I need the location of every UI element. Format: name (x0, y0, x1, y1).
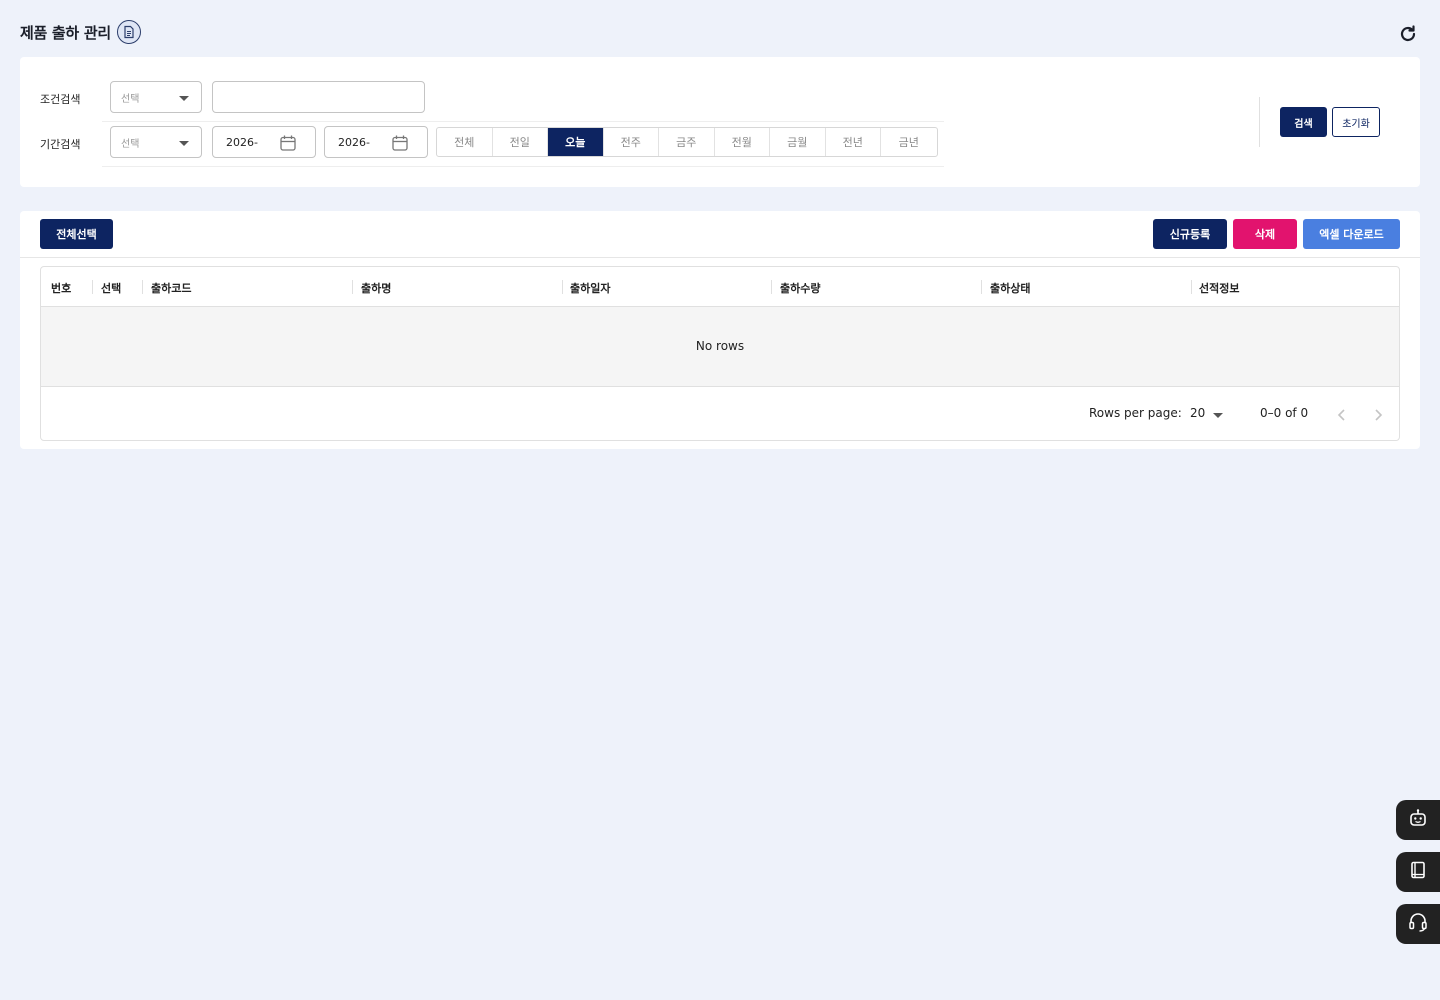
chevron-down-icon (179, 96, 189, 101)
column-separator[interactable] (1191, 280, 1192, 294)
column-header-select[interactable]: 선택 (101, 280, 121, 296)
column-header-shipment-code[interactable]: 출하코드 (151, 280, 191, 296)
column-separator[interactable] (981, 280, 982, 294)
data-grid: 번호 선택 출하코드 출하명 출하일자 출하수량 출하상태 선적정보 No ro… (40, 266, 1400, 441)
new-register-button[interactable]: 신규등록 (1153, 219, 1227, 249)
grid-body: No rows (41, 307, 1399, 387)
rows-per-page-label: Rows per page: (1089, 406, 1182, 420)
period-btn-this-week[interactable]: 금주 (659, 128, 715, 156)
period-search-label: 기간검색 (40, 138, 81, 151)
condition-select[interactable]: 선택 (110, 81, 202, 113)
condition-search-input[interactable] (212, 81, 425, 113)
column-separator[interactable] (142, 280, 143, 294)
period-btn-today[interactable]: 오늘 (548, 128, 604, 156)
column-header-shipment-name[interactable]: 출하명 (361, 280, 391, 296)
calendar-icon[interactable] (279, 134, 297, 152)
period-button-group: 전체 전일 오늘 전주 금주 전월 금월 전년 금년 (436, 127, 938, 157)
select-all-button[interactable]: 전체선택 (40, 219, 113, 249)
divider (1259, 97, 1260, 147)
manual-button[interactable] (1396, 852, 1440, 892)
column-header-shipment-status[interactable]: 출하상태 (990, 280, 1030, 296)
pagination-range: 0–0 of 0 (1260, 406, 1309, 420)
no-rows-message: No rows (695, 339, 745, 353)
previous-page-button[interactable] (1331, 404, 1353, 426)
grid-footer: Rows per page: 20 0–0 of 0 (41, 388, 1399, 440)
headset-icon (1407, 911, 1429, 937)
period-btn-yesterday[interactable]: 전일 (493, 128, 548, 156)
date-from-field[interactable]: 2026- (212, 126, 316, 158)
excel-download-button[interactable]: 엑셀 다운로드 (1303, 219, 1400, 249)
chatbot-button[interactable] (1396, 800, 1440, 840)
period-btn-this-year[interactable]: 금년 (881, 128, 937, 156)
page-header: 제품 출하 관리 (20, 18, 1420, 48)
column-header-number[interactable]: 번호 (51, 280, 71, 296)
date-from-value: 2026- (226, 136, 258, 149)
chevron-down-icon (1213, 413, 1223, 418)
period-btn-last-month[interactable]: 전월 (715, 128, 770, 156)
column-header-shipment-qty[interactable]: 출하수량 (780, 280, 820, 296)
reset-button[interactable]: 초기화 (1332, 107, 1380, 137)
calendar-icon[interactable] (391, 134, 409, 152)
column-separator[interactable] (771, 280, 772, 294)
toolbar-divider (20, 257, 1420, 258)
period-btn-last-week[interactable]: 전주 (604, 128, 659, 156)
date-to-field[interactable]: 2026- (324, 126, 428, 158)
grid-header: 번호 선택 출하코드 출하명 출하일자 출하수량 출하상태 선적정보 (41, 267, 1399, 307)
robot-icon (1408, 808, 1428, 832)
book-icon (1408, 860, 1428, 884)
document-icon[interactable] (117, 20, 141, 44)
page-title: 제품 출하 관리 (20, 24, 111, 42)
period-btn-this-month[interactable]: 금월 (770, 128, 826, 156)
period-btn-last-year[interactable]: 전년 (826, 128, 881, 156)
search-panel: 조건검색 선택 기간검색 선택 2026- 2026- 전체 전일 오늘 전주 … (20, 57, 1420, 187)
rows-per-page-value: 20 (1190, 406, 1206, 420)
column-separator[interactable] (92, 280, 93, 294)
column-header-shipping-info[interactable]: 선적정보 (1199, 280, 1239, 296)
period-select[interactable]: 선택 (110, 126, 202, 158)
refresh-icon[interactable] (1398, 24, 1418, 44)
condition-select-placeholder: 선택 (121, 94, 140, 105)
chevron-down-icon (179, 141, 189, 146)
next-page-button[interactable] (1367, 404, 1389, 426)
period-select-placeholder: 선택 (121, 139, 140, 150)
period-btn-all[interactable]: 전체 (437, 128, 493, 156)
condition-search-label: 조건검색 (40, 93, 81, 106)
column-header-shipment-date[interactable]: 출하일자 (570, 280, 610, 296)
column-separator[interactable] (352, 280, 353, 294)
search-button[interactable]: 검색 (1280, 107, 1327, 137)
delete-button[interactable]: 삭제 (1233, 219, 1297, 249)
date-to-value: 2026- (338, 136, 370, 149)
support-button[interactable] (1396, 904, 1440, 944)
table-panel: 전체선택 신규등록 삭제 엑셀 다운로드 번호 선택 출하코드 출하명 출하일자… (20, 211, 1420, 449)
column-separator[interactable] (562, 280, 563, 294)
rows-per-page-select[interactable]: 20 (1189, 404, 1229, 424)
